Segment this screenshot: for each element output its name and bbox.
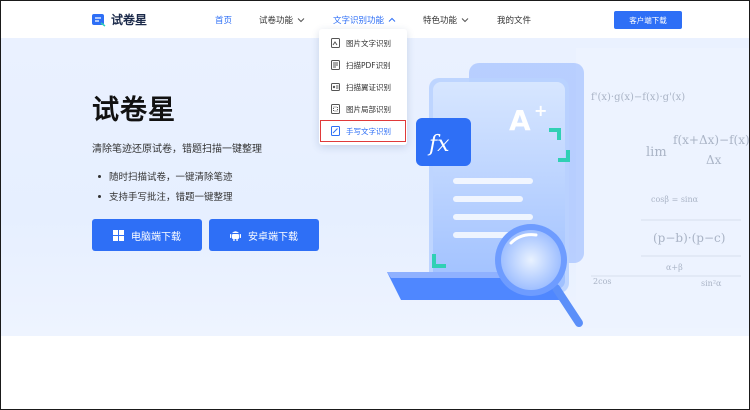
feature-item: 随时扫描试卷，一键清除笔迹 [98,166,233,186]
grade-plus: + [534,101,547,120]
dropdown-item-image-ocr[interactable]: 图片文字识别 [319,32,407,54]
android-icon [230,231,241,241]
feature-item: 支持手写批注，错题一键整理 [98,186,233,206]
dropdown-item-label: 扫描翼证识别 [346,82,391,92]
handwriting-icon [331,126,340,136]
nav-item-label: 文字识别功能 [333,16,385,26]
windows-icon [113,229,124,241]
pdf-icon [331,60,340,70]
nav-item-ocr-features[interactable]: 文字识别功能 [333,14,423,26]
formula-text: 2cos [593,277,612,286]
formula-text: (p−b)·(p−c) [653,231,725,245]
client-download-button[interactable]: 客户端下载 [614,11,682,29]
id-card-icon [331,83,340,91]
nav-item-label: 首页 [215,16,233,26]
chevron-down-icon [461,18,469,23]
formula-text: cosβ = sinα [651,195,699,204]
feature-text: 随时扫描试卷，一键清除笔迹 [109,172,233,183]
dropdown-item-pdf-scan[interactable]: 扫描PDF识别 [319,54,407,76]
formula-text: f'(x)·g(x)−f(x)·g'(x) [591,92,685,103]
dropdown-item-label: 图片局部识别 [346,104,391,114]
formula-text: lim [646,145,667,160]
nav-item-special-features[interactable]: 特色功能 [423,14,497,26]
chevron-up-icon [388,17,396,22]
nav-item-exam-features[interactable]: 试卷功能 [259,14,333,26]
image-text-icon [331,38,340,48]
dropdown-item-label: 手写文字识别 [346,126,391,136]
bullet-dot-icon [98,174,101,178]
lower-section [1,336,749,409]
bullet-dot-icon [98,194,101,198]
chevron-down-icon [297,18,305,23]
feature-text: 支持手写批注，错题一键整理 [109,192,233,203]
logo-icon [92,14,106,27]
android-download-label: 安卓端下载 [248,231,298,243]
fx-label: fx [427,132,450,157]
feature-list: 随时扫描试卷，一键清除笔迹 支持手写批注，错题一键整理 [98,166,233,206]
formula-text: α+β [666,263,683,272]
hero-subtitle: 清除笔迹还原试卷，错题扫描一键整理 [92,144,262,155]
dropdown-item-handwriting-ocr[interactable]: 手写文字识别 [320,120,406,142]
formula-text: sin²α [701,279,722,288]
nav-item-my-files[interactable]: 我的文件 [497,14,557,26]
logo-text: 试卷星 [111,13,148,27]
logo[interactable]: 试卷星 [91,11,147,28]
main-nav: 首页 试卷功能 文字识别功能 特色功能 我的文件 [215,14,557,26]
formula-text: f(x+Δx)−f(x) [673,133,750,147]
ocr-features-dropdown: 图片文字识别 扫描PDF识别 扫描翼证识别 图片局部识别 手写文字识别 [319,29,407,145]
dropdown-item-partial-ocr[interactable]: 图片局部识别 [319,98,407,120]
dropdown-item-id-scan[interactable]: 扫描翼证识别 [319,76,407,98]
crop-image-icon [331,104,340,114]
page-frame: f'(x)·g(x)−f(x)·g'(x) f(x+Δx)−f(x) Δx li… [0,0,750,410]
pc-download-label: 电脑端下载 [131,231,181,243]
nav-item-home[interactable]: 首页 [215,14,259,26]
formula-text: Δx [706,153,722,167]
nav-item-label: 试卷功能 [259,16,294,26]
nav-item-label: 我的文件 [497,16,532,26]
hero-title: 试卷星 [92,95,176,126]
android-download-button[interactable]: 安卓端下载 [209,219,319,251]
nav-item-label: 特色功能 [423,16,458,26]
dropdown-item-label: 图片文字识别 [346,38,391,48]
pc-download-button[interactable]: 电脑端下载 [92,219,202,251]
grade-label: A [509,104,531,137]
dropdown-item-label: 扫描PDF识别 [346,60,391,70]
